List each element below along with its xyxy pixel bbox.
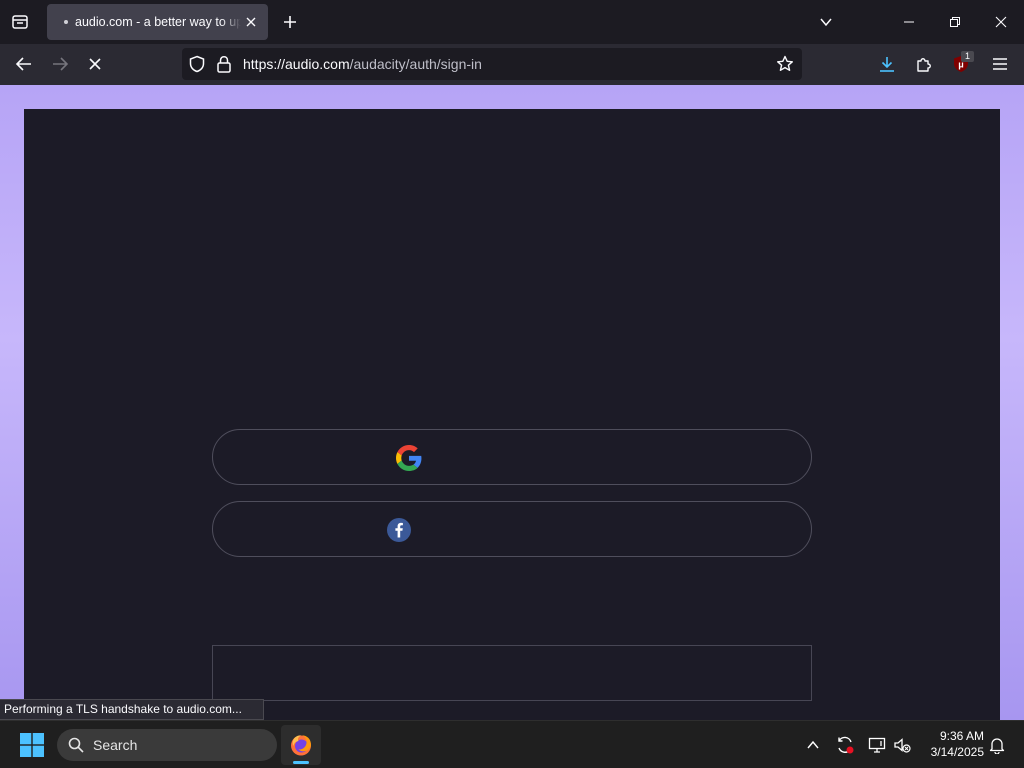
firefox-view-button[interactable]: [8, 10, 32, 34]
url-text: https://audio.com/audacity/auth/sign-in: [243, 56, 482, 72]
minimize-icon: [904, 21, 914, 23]
network-button[interactable]: [865, 733, 889, 757]
tab-bar: audio.com - a better way to upload: [0, 0, 1024, 44]
firefox-taskbar-button[interactable]: [281, 725, 321, 765]
tracking-protection-shield-icon[interactable]: [188, 55, 206, 78]
google-sign-in-button[interactable]: [212, 429, 812, 485]
tab-close-button[interactable]: [243, 14, 259, 30]
stop-icon: [89, 58, 101, 70]
arrow-left-icon: [15, 57, 31, 71]
search-label: Search: [93, 737, 138, 753]
firefox-view-icon: [12, 15, 28, 29]
restore-icon: [950, 17, 960, 27]
notifications-button[interactable]: [985, 733, 1009, 757]
active-app-indicator: [293, 761, 309, 764]
url-path: /audacity/auth/sign-in: [349, 56, 482, 72]
sign-in-card: [24, 109, 1000, 720]
status-panel: Performing a TLS handshake to audio.com.…: [0, 699, 264, 720]
start-button[interactable]: [20, 733, 44, 757]
taskbar-search-box[interactable]: Search: [57, 729, 277, 761]
address-bar[interactable]: https://audio.com/audacity/auth/sign-in: [182, 48, 802, 80]
hamburger-menu-icon: [993, 58, 1007, 70]
windows-taskbar: Search 9:36 AM 3/14/2025: [0, 720, 1024, 768]
search-icon: [68, 737, 84, 753]
bell-icon: [989, 738, 1005, 754]
close-window-button[interactable]: [978, 0, 1024, 44]
extensions-button[interactable]: [912, 52, 936, 76]
sync-error-icon: [838, 736, 854, 754]
browser-tab-active[interactable]: audio.com - a better way to upload: [47, 4, 268, 40]
firefox-logo-icon: [291, 735, 311, 756]
network-monitor-icon: [868, 737, 886, 753]
back-button[interactable]: [12, 52, 36, 76]
windows-logo-icon: [20, 733, 44, 757]
close-icon: [995, 16, 1007, 28]
app-menu-button[interactable]: [988, 52, 1012, 76]
new-tab-button[interactable]: [278, 10, 302, 34]
sync-status-button[interactable]: [833, 733, 857, 757]
close-icon: [246, 17, 256, 27]
plus-icon: [284, 16, 296, 28]
bookmark-star-icon[interactable]: [776, 55, 794, 78]
speaker-muted-icon: [894, 738, 911, 753]
stop-loading-button[interactable]: [83, 52, 107, 76]
volume-button[interactable]: [890, 733, 914, 757]
downloads-button[interactable]: [875, 52, 899, 76]
email-input-field[interactable]: [212, 645, 812, 701]
url-domain: https://audio.com: [243, 56, 350, 72]
system-clock[interactable]: 9:36 AM 3/14/2025: [914, 728, 984, 760]
tab-title: audio.com - a better way to upload: [75, 15, 241, 29]
web-page-viewport: [0, 85, 1024, 720]
clock-time: 9:36 AM: [939, 729, 984, 743]
lock-icon[interactable]: [216, 55, 232, 78]
facebook-logo-icon: [387, 518, 411, 542]
google-logo-icon: [396, 445, 422, 471]
navigation-toolbar: https://audio.com/audacity/auth/sign-in …: [0, 44, 1024, 85]
show-hidden-icons-button[interactable]: [801, 733, 825, 757]
loading-dot-icon: [64, 20, 68, 24]
clock-date: 3/14/2025: [930, 745, 984, 759]
download-icon: [880, 57, 894, 72]
facebook-sign-in-button[interactable]: [212, 501, 812, 557]
restore-button[interactable]: [932, 0, 978, 44]
puzzle-piece-icon: [917, 58, 931, 72]
forward-button[interactable]: [48, 52, 72, 76]
chevron-down-icon: [820, 18, 832, 27]
extension-count-badge: 1: [961, 51, 974, 62]
arrow-right-icon: [53, 57, 69, 71]
list-all-tabs-button[interactable]: [814, 10, 838, 34]
minimize-button[interactable]: [886, 0, 932, 44]
chevron-up-icon: [807, 740, 819, 749]
